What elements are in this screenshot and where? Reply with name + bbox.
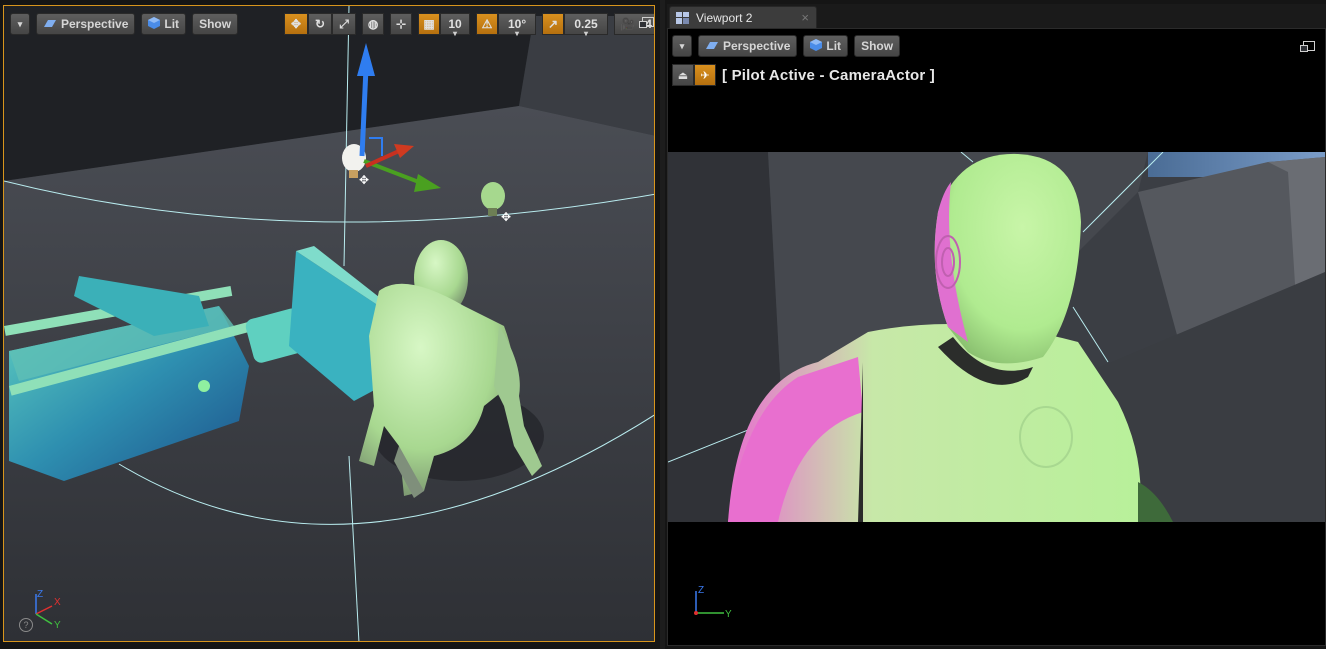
perspective-icon — [43, 17, 57, 31]
viewport-tab-icon — [676, 11, 689, 24]
perspective-label: Perspective — [61, 17, 129, 31]
scale-snap-toggle[interactable]: ↗ — [542, 13, 565, 35]
right-viewport[interactable]: ▾ Perspective Lit Show ⏏ ✈ [ Pilot Activ… — [667, 28, 1326, 646]
scale-snap-group: ↗ 0.25 — [542, 13, 609, 35]
pilot-status-label: [ Pilot Active - CameraActor ] — [722, 66, 935, 84]
lit-button[interactable]: Lit — [803, 35, 849, 57]
perspective-label: Perspective — [723, 39, 791, 53]
show-button[interactable]: Show — [854, 35, 901, 57]
transform-mode-group: ✥ ↻ ⤢ — [284, 13, 357, 35]
grid-snap-value[interactable]: 10 — [440, 13, 471, 35]
maximize-viewport-button[interactable] — [639, 17, 654, 29]
scale-mode-button[interactable]: ⤢ — [332, 13, 357, 35]
axis-y-label: Y — [725, 609, 732, 620]
translate-icon: ✥ — [291, 17, 302, 31]
surface-snap-button[interactable]: ⊹ — [390, 13, 413, 35]
grid-snap-group: ▦ 10 — [418, 13, 471, 35]
world-local-toggle[interactable]: ◍ — [362, 13, 385, 35]
axis-z-label: Z — [37, 589, 43, 600]
rotation-snap-value[interactable]: 10° — [498, 13, 537, 35]
lit-label: Lit — [164, 17, 180, 31]
rotate-icon: ↻ — [315, 17, 326, 31]
right-viewport-toolbar: ▾ Perspective Lit Show — [672, 34, 906, 58]
viewport-options-dropdown[interactable]: ▾ — [10, 13, 30, 35]
tab-close-icon[interactable]: × — [801, 10, 809, 25]
viewport-scene[interactable]: ✥ ✥ — [4, 6, 655, 642]
show-button[interactable]: Show — [192, 13, 239, 35]
eject-icon: ⏏ — [677, 69, 689, 82]
camera-speed-icon: 🎥 — [620, 17, 636, 31]
grid-icon: ▦ — [423, 17, 435, 31]
scale-icon: ⤢ — [339, 16, 349, 31]
tab-title: Viewport 2 — [696, 10, 753, 25]
svg-text:✥: ✥ — [359, 173, 369, 187]
pilot-bar: ⏏ ✈ [ Pilot Active - CameraActor ] — [672, 64, 935, 86]
grid-snap-toggle[interactable]: ▦ — [418, 13, 441, 35]
globe-icon: ◍ — [367, 17, 379, 31]
axis-z-label: Z — [698, 585, 704, 596]
rotate-mode-button[interactable]: ↻ — [308, 13, 333, 35]
scale-snap-value[interactable]: 0.25 — [564, 13, 609, 35]
actor-lock-icon: ✈ — [700, 69, 710, 82]
axis-y-label: Y — [54, 620, 61, 628]
left-viewport-toolbar: ▾ Perspective Lit Show ✥ ↻ ⤢ ◍ ⊹ ▦ 10 ▾ … — [10, 12, 654, 36]
svg-text:✥: ✥ — [501, 210, 511, 224]
viewport-splitter[interactable] — [660, 0, 665, 649]
axis-x-label: X — [54, 597, 61, 608]
maximize-viewport-button[interactable] — [1300, 41, 1315, 53]
rotation-snap-toggle[interactable]: ⚠ — [476, 13, 499, 35]
tab-viewport-2[interactable]: Viewport 2 × — [669, 6, 817, 28]
cube-icon — [148, 16, 161, 32]
pilot-camera-scene[interactable] — [668, 152, 1325, 522]
rotation-snap-group: ⚠ 10° — [476, 13, 537, 35]
axis-indicator: Z Y — [694, 585, 732, 620]
perspective-icon — [705, 39, 719, 53]
translate-mode-button[interactable]: ✥ — [284, 13, 309, 35]
surface-snap-icon: ⊹ — [396, 17, 407, 31]
eject-pilot-button[interactable]: ⏏ — [672, 64, 694, 86]
lock-camera-button[interactable]: ✈ — [694, 64, 716, 86]
perspective-button[interactable]: Perspective — [698, 35, 798, 57]
angle-icon: ⚠ — [481, 17, 493, 31]
tab-strip: Viewport 2 × — [667, 4, 1326, 28]
viewport-options-dropdown[interactable]: ▾ — [672, 35, 692, 57]
perspective-button[interactable]: Perspective — [36, 13, 136, 35]
help-icon[interactable]: ? — [19, 618, 33, 632]
lit-button[interactable]: Lit — [141, 13, 187, 35]
scale-snap-icon: ↗ — [548, 17, 559, 31]
lit-label: Lit — [826, 39, 842, 53]
restore-icon — [639, 17, 654, 28]
cube-icon — [810, 38, 823, 54]
surface-snap-group: ⊹ — [390, 13, 413, 35]
left-viewport[interactable]: ✥ ✥ ▾ Perspective Lit Show ✥ ↻ ⤢ ◍ ⊹ ▦ 1… — [3, 5, 655, 642]
restore-icon — [1300, 41, 1315, 52]
